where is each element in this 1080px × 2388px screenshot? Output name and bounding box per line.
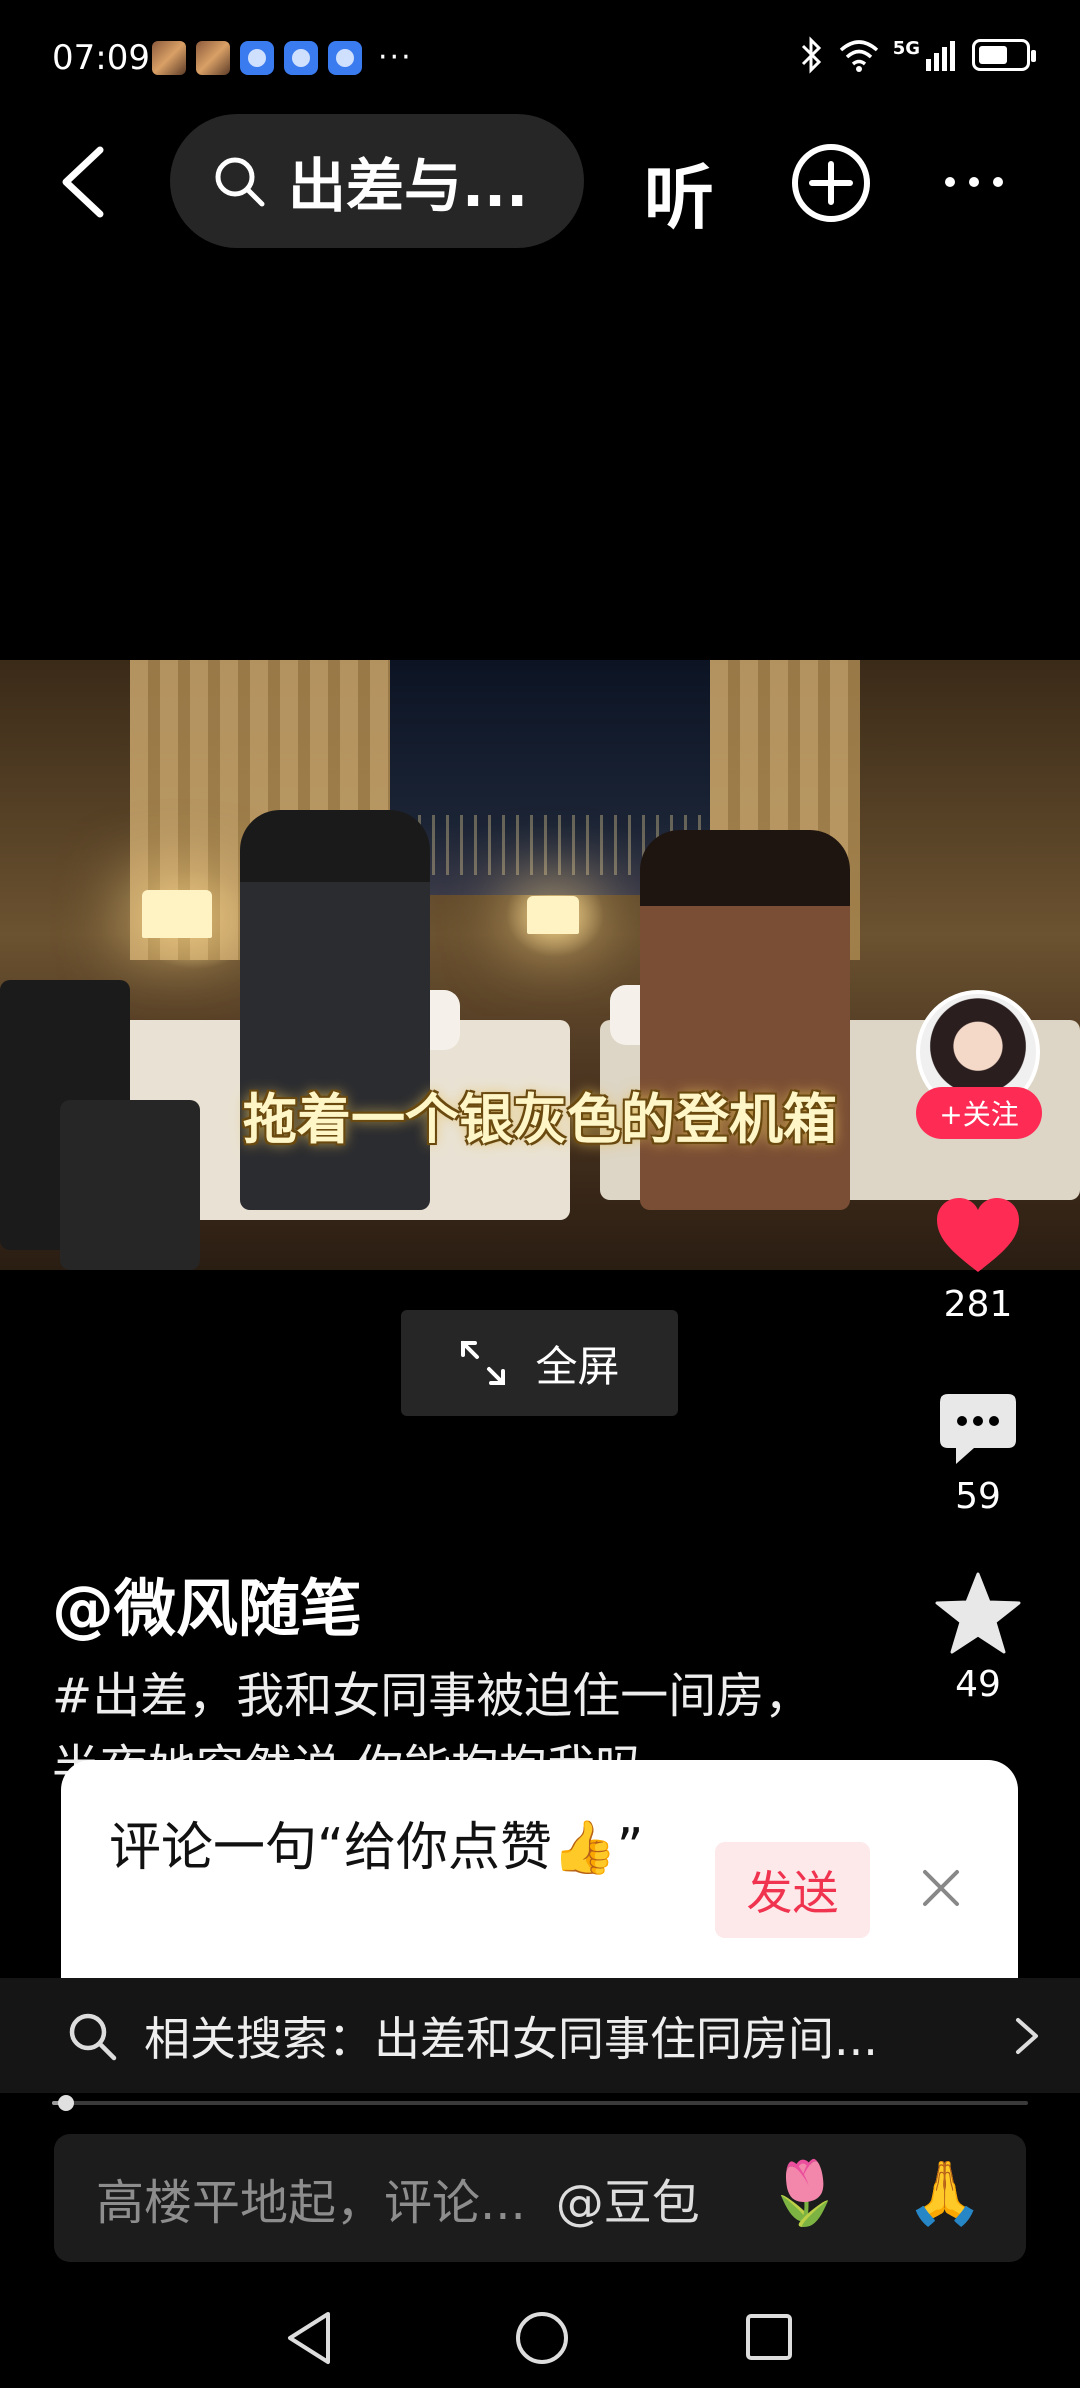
send-button[interactable]: 发送	[715, 1842, 870, 1938]
comment-count: 59	[955, 1476, 1001, 1517]
like-count: 281	[943, 1284, 1013, 1325]
video-scene-lamp	[142, 890, 212, 938]
comment-input[interactable]: 高楼平地起，评论...	[96, 2163, 526, 2233]
system-navigation-bar	[0, 2300, 1080, 2388]
comment-icon	[940, 1394, 1016, 1464]
chevron-right-icon	[1016, 2018, 1038, 2054]
close-icon[interactable]	[913, 1860, 969, 1916]
notification-thumbnail-icon	[152, 40, 186, 75]
video-progress-thumb[interactable]	[57, 2095, 74, 2111]
listen-button[interactable]: 听	[644, 142, 714, 243]
video-scene-lamp	[527, 896, 579, 934]
popup-text: 评论一句“给你点赞👍”	[109, 1818, 644, 1878]
app-notification-icon	[328, 40, 362, 75]
bluetooth-icon	[801, 36, 821, 74]
star-icon	[935, 1572, 1021, 1654]
heart-icon	[937, 1198, 1019, 1272]
more-notifications-icon: ···	[378, 40, 413, 75]
app-notification-icon	[284, 40, 318, 75]
comment-action[interactable]: 59	[918, 1392, 1038, 1517]
video-progress-bar[interactable]	[52, 2095, 1028, 2111]
like-action[interactable]: 281	[918, 1196, 1038, 1325]
search-icon	[69, 2013, 117, 2060]
notification-icons: ···	[152, 40, 413, 75]
signal-icon	[926, 41, 955, 71]
nav-back-icon[interactable]	[284, 2310, 334, 2366]
comment-input-bar[interactable]: 高楼平地起，评论... @豆包 🌷 🙏	[54, 2134, 1026, 2262]
network-type: 5G	[892, 37, 920, 59]
pray-emoji-button[interactable]: 🙏	[906, 2156, 983, 2230]
related-search-text: 相关搜索：出差和女同事住同房间...	[144, 2011, 878, 2066]
tulip-emoji-button[interactable]: 🌷	[766, 2156, 843, 2230]
fullscreen-label: 全屏	[535, 1341, 620, 1391]
video-player[interactable]: 拖着一个银灰色的登机箱	[0, 660, 1080, 1270]
author-name[interactable]: @微风随笔	[52, 1558, 362, 1648]
fullscreen-button[interactable]: 全屏	[401, 1310, 678, 1416]
battery-icon	[972, 39, 1036, 71]
related-search-bar[interactable]: 相关搜索：出差和女同事住同房间...	[0, 1978, 1080, 2093]
search-icon	[215, 157, 265, 207]
search-pill[interactable]: 出差与...	[170, 114, 584, 248]
nav-home-icon[interactable]	[514, 2310, 570, 2366]
add-icon[interactable]	[790, 142, 872, 224]
wifi-icon	[839, 40, 878, 72]
search-query: 出差与...	[288, 152, 529, 220]
favorite-count: 49	[955, 1664, 1001, 1705]
follow-button[interactable]: +关注	[916, 1087, 1042, 1139]
app-notification-icon	[240, 40, 274, 75]
system-icons: 5G	[799, 36, 1036, 74]
mention-button[interactable]: @豆包	[556, 2163, 700, 2233]
fullscreen-icon	[461, 1341, 506, 1385]
notification-thumbnail-icon	[196, 40, 230, 75]
status-time: 07:09	[52, 38, 150, 78]
favorite-action[interactable]: 49	[918, 1572, 1038, 1705]
status-bar: 07:09 ··· 5G	[0, 0, 1080, 110]
nav-recents-icon[interactable]	[744, 2312, 794, 2362]
back-icon[interactable]	[50, 142, 120, 222]
more-options-icon[interactable]	[945, 172, 1015, 192]
top-nav: 出差与... 听	[0, 112, 1080, 248]
